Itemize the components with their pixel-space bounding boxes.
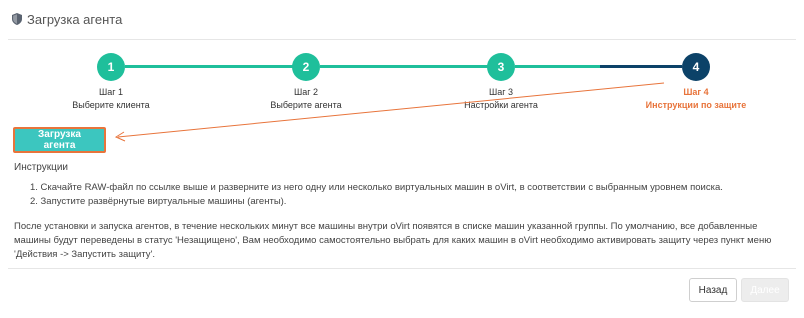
footer-divider <box>8 268 796 269</box>
progress-line-2 <box>320 65 488 68</box>
next-button[interactable]: Далее <box>741 278 789 302</box>
page-header: Загрузка агента <box>0 0 804 38</box>
step-1-subtitle: Выберите клиента <box>72 100 150 110</box>
step-2-title: Шаг 2 <box>293 87 319 97</box>
progress-line-1 <box>125 65 293 68</box>
step-1-title: Шаг 1 <box>98 87 124 97</box>
progress-line-3 <box>515 65 600 68</box>
step-3-circle[interactable]: 3 <box>487 53 515 81</box>
instruction-item-2: 2. Запустите развёрнутые виртуальные маш… <box>30 196 287 207</box>
step-1-circle[interactable]: 1 <box>97 53 125 81</box>
page-title: Загрузка агента <box>27 11 123 27</box>
shield-icon <box>12 13 22 25</box>
instructions-list: 1. Скачайте RAW-файл по ссылке выше и ра… <box>30 181 723 209</box>
step-4-subtitle: Инструкции по защите <box>645 100 747 110</box>
progress-line-4 <box>600 65 682 68</box>
step-3-title: Шаг 3 <box>488 87 514 97</box>
back-button[interactable]: Назад <box>689 278 737 302</box>
header-divider <box>8 39 796 40</box>
step-4-title: Шаг 4 <box>683 87 709 97</box>
step-3-subtitle: Настройки агента <box>464 100 538 110</box>
instruction-item-1: 1. Скачайте RAW-файл по ссылке выше и ра… <box>30 182 723 193</box>
step-2-circle[interactable]: 2 <box>292 53 320 81</box>
instructions-paragraph-text: После установки и запуска агентов, в теч… <box>14 221 772 260</box>
download-agent-button[interactable]: Загрузка агента <box>13 127 106 153</box>
instructions-title: Инструкции <box>14 162 69 173</box>
instructions-paragraph: После установки и запуска агентов, в теч… <box>14 220 786 262</box>
step-2-subtitle: Выберите агента <box>270 100 342 110</box>
annotation-arrow <box>114 82 665 142</box>
step-4-circle[interactable]: 4 <box>682 53 710 81</box>
